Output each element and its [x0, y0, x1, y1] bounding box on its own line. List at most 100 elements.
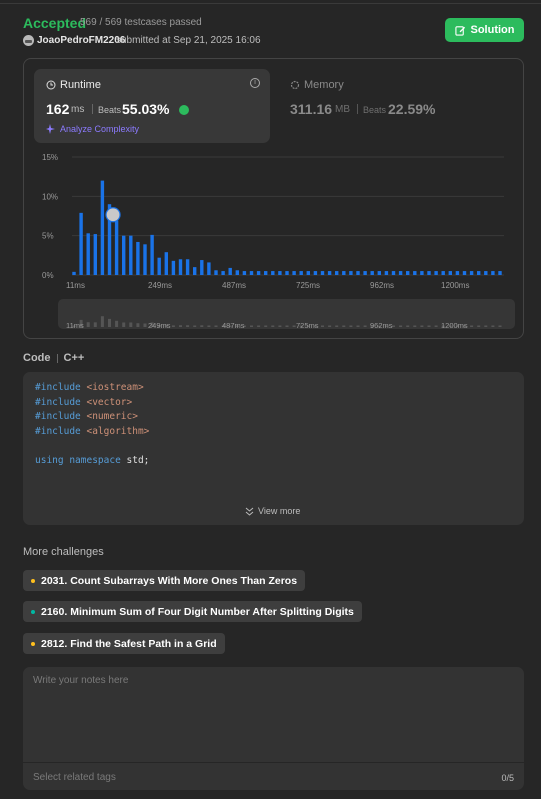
tags-count: 0/5 — [501, 773, 514, 783]
runtime-bar[interactable] — [313, 271, 318, 275]
runtime-bar[interactable] — [228, 267, 232, 275]
runtime-bar[interactable] — [256, 271, 261, 275]
minimap-bar — [264, 325, 268, 327]
minimap-bar — [363, 325, 367, 327]
runtime-bar[interactable] — [129, 235, 133, 275]
runtime-bar[interactable] — [441, 271, 445, 275]
runtime-bar[interactable] — [122, 235, 126, 275]
runtime-bar[interactable] — [235, 270, 239, 275]
runtime-bar[interactable] — [363, 271, 367, 275]
notes-area[interactable]: Write your notes here Select related tag… — [23, 667, 524, 790]
code-text: std; — [120, 454, 150, 466]
runtime-bar[interactable] — [221, 271, 225, 275]
runtime-bar[interactable] — [79, 212, 83, 275]
minimap-bar — [413, 325, 417, 327]
runtime-bar[interactable] — [292, 271, 296, 275]
submission-status: Accepted — [23, 15, 87, 31]
code-text: <vector> — [80, 396, 133, 408]
minimap-bar — [122, 322, 126, 327]
minimap-bar — [193, 325, 197, 327]
runtime-bar[interactable] — [264, 271, 268, 275]
minimap-bar — [285, 325, 289, 327]
runtime-bar[interactable] — [356, 271, 360, 275]
runtime-bar[interactable] — [171, 260, 176, 275]
view-more-button[interactable]: View more — [245, 506, 300, 516]
minimap-tick-label: 249ms — [148, 321, 171, 330]
runtime-bar[interactable] — [320, 271, 325, 275]
runtime-bar[interactable] — [114, 220, 119, 275]
runtime-bar[interactable] — [406, 271, 410, 275]
user-avatar[interactable] — [23, 35, 34, 46]
minimap-bar — [491, 325, 495, 327]
runtime-bar[interactable] — [278, 271, 282, 275]
runtime-bar[interactable] — [427, 271, 431, 275]
challenge-item[interactable]: 2812. Find the Safest Path in a Grid — [23, 633, 225, 654]
code-header-separator — [56, 353, 58, 363]
runtime-bar[interactable] — [448, 271, 452, 275]
runtime-bar[interactable] — [484, 271, 488, 275]
runtime-bar[interactable] — [249, 271, 254, 275]
runtime-bar[interactable] — [299, 271, 303, 275]
minimap-bar — [171, 325, 175, 327]
code-keyword: #include — [35, 396, 81, 408]
challenge-label: 2812. Find the Safest Path in a Grid — [41, 637, 217, 650]
code-line: #include <iostream> — [35, 381, 149, 396]
runtime-bar[interactable] — [185, 259, 190, 275]
runtime-bar[interactable] — [157, 257, 161, 275]
runtime-bar[interactable] — [100, 180, 105, 275]
runtime-bar[interactable] — [384, 271, 389, 275]
runtime-bar[interactable] — [150, 234, 154, 275]
runtime-bar[interactable] — [93, 234, 97, 275]
runtime-bar[interactable] — [420, 271, 424, 275]
runtime-bar[interactable] — [136, 241, 140, 275]
submitter-name[interactable]: JoaoPedroFM2206 — [37, 35, 125, 46]
runtime-bar[interactable] — [398, 271, 403, 275]
runtime-bar[interactable] — [377, 271, 381, 275]
runtime-bar[interactable] — [72, 271, 76, 275]
runtime-bar[interactable] — [271, 271, 275, 275]
code-keyword: #include — [35, 382, 81, 393]
runtime-bar[interactable] — [455, 271, 460, 275]
runtime-bar[interactable] — [242, 271, 247, 275]
challenge-item[interactable]: 2031. Count Subarrays With More Ones Tha… — [23, 570, 306, 591]
minimap-bar — [356, 325, 360, 327]
runtime-bar[interactable] — [306, 271, 310, 275]
y-tick-label: 0% — [42, 271, 54, 280]
runtime-bar[interactable] — [413, 271, 417, 275]
runtime-bar[interactable] — [342, 271, 346, 275]
minimap-bar — [257, 325, 261, 327]
difficulty-dot — [31, 609, 35, 614]
challenge-item[interactable]: 2160. Minimum Sum of Four Digit Number A… — [23, 601, 362, 622]
code-line: #include <algorithm> — [35, 425, 149, 440]
minimap-tick-label: 725ms — [296, 321, 319, 330]
runtime-bar[interactable] — [327, 271, 332, 275]
runtime-bar[interactable] — [164, 252, 168, 275]
runtime-bar[interactable] — [143, 244, 147, 275]
runtime-bar[interactable] — [214, 270, 218, 275]
x-tick-label: 487ms — [222, 281, 246, 290]
submitted-at: submitted at Sep 21, 2025 16:06 — [116, 35, 261, 46]
runtime-bar[interactable] — [335, 271, 339, 275]
runtime-bar[interactable] — [462, 271, 467, 275]
solution-button[interactable]: Solution — [445, 18, 524, 42]
runtime-bar[interactable] — [434, 271, 438, 275]
x-tick-label: 1200ms — [441, 281, 469, 290]
runtime-bar[interactable] — [200, 260, 204, 275]
runtime-bar[interactable] — [207, 262, 211, 275]
runtime-bar[interactable] — [370, 271, 374, 275]
runtime-bar[interactable] — [86, 233, 90, 275]
runtime-bar[interactable] — [477, 271, 481, 275]
code-viewer[interactable]: #include <iostream> #include <vector> #inc… — [23, 372, 524, 525]
runtime-bar[interactable] — [178, 259, 183, 275]
runtime-bar[interactable] — [349, 271, 353, 275]
runtime-bar[interactable] — [193, 267, 197, 275]
minimap-bar — [115, 320, 119, 327]
tags-selector[interactable]: Select related tags — [33, 772, 116, 783]
your-submission-marker[interactable] — [105, 207, 121, 223]
runtime-bar[interactable] — [491, 271, 495, 275]
runtime-bar[interactable] — [391, 271, 396, 275]
runtime-bar[interactable] — [285, 271, 289, 275]
runtime-bar[interactable] — [498, 271, 502, 275]
runtime-bar[interactable] — [469, 271, 474, 275]
minimap-bar — [93, 322, 97, 327]
